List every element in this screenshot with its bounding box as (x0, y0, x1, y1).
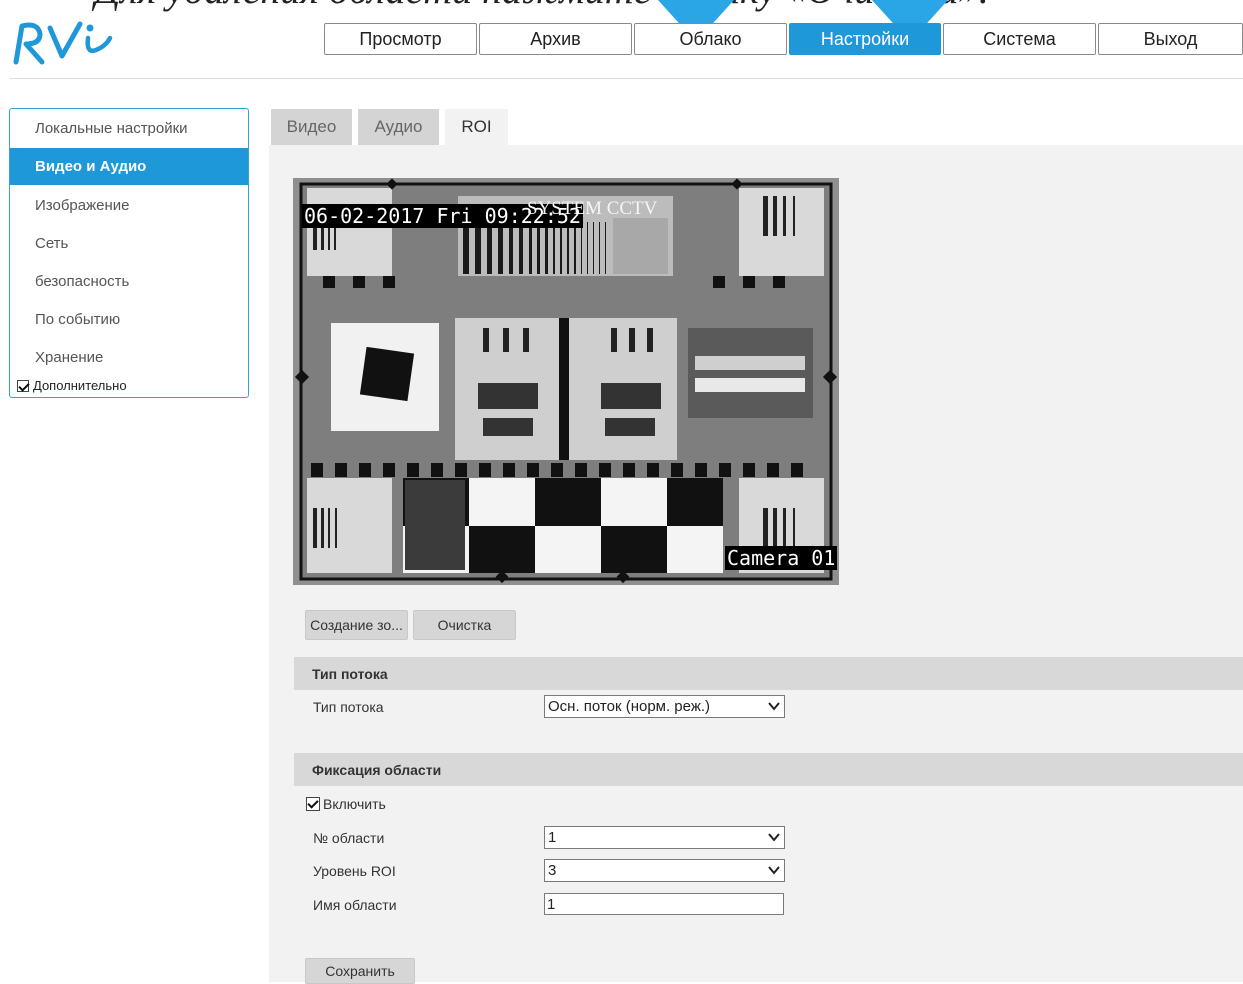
sidebar-item-storage[interactable]: Хранение (10, 338, 248, 376)
enable-checkbox[interactable] (306, 797, 320, 811)
nav-settings-button[interactable]: Настройки (789, 23, 941, 55)
sidebar-item-local-settings[interactable]: Локальные настройки (10, 109, 248, 147)
nav-system-button[interactable]: Система (943, 23, 1096, 55)
test-chart-image (293, 178, 839, 585)
sidebar-item-network[interactable]: Сеть (10, 224, 248, 262)
chevron-down-icon (768, 866, 780, 875)
area-name-input[interactable]: 1 (544, 893, 784, 915)
page-caption: Для удаления области нажмите кнопку «Очи… (95, 0, 989, 13)
tab-video[interactable]: Видео (271, 109, 352, 145)
area-number-value: 1 (548, 829, 557, 846)
roi-section-header: Фиксация области (294, 753, 1243, 786)
chevron-down-icon (768, 833, 780, 842)
area-name-label: Имя области (313, 897, 397, 913)
create-area-button[interactable]: Создание зо... (305, 610, 408, 640)
sidebar-item-video-audio[interactable]: Видео и Аудио (10, 148, 248, 185)
enable-label: Включить (323, 796, 386, 812)
area-number-select[interactable]: 1 (544, 826, 785, 849)
sidebar-item-security[interactable]: безопасность (10, 262, 248, 300)
clear-area-button[interactable]: Очистка (413, 610, 516, 640)
nav-cloud-button[interactable]: Облако (634, 23, 787, 55)
sidebar-item-advanced[interactable]: Дополнительно (17, 378, 127, 393)
stream-type-section-header: Тип потока (294, 657, 1243, 690)
roi-enable-toggle[interactable]: Включить (306, 796, 386, 812)
advanced-checkbox[interactable] (17, 379, 29, 392)
nav-archive-button[interactable]: Архив (479, 23, 632, 55)
stream-type-value: Осн. поток (норм. реж.) (548, 698, 711, 715)
camera-live-view[interactable]: 06-02-2017 Fri 09:22:52 SYSTEM CCTV Came… (293, 178, 839, 585)
tab-audio[interactable]: Аудио (358, 109, 439, 145)
header-divider (10, 78, 1243, 79)
roi-level-select[interactable]: 3 (544, 859, 785, 882)
sidebar-item-image[interactable]: Изображение (10, 186, 248, 224)
area-number-label: № области (313, 830, 385, 846)
camera-name-overlay: Camera 01 (725, 546, 838, 570)
sidebar-item-events[interactable]: По событию (10, 300, 248, 338)
stream-type-select[interactable]: Осн. поток (норм. реж.) (544, 695, 785, 718)
chevron-down-icon (768, 702, 780, 711)
tab-roi[interactable]: ROI (445, 109, 508, 145)
save-button[interactable]: Сохранить (305, 958, 415, 984)
nav-view-button[interactable]: Просмотр (324, 23, 477, 55)
chart-brand-text: SYSTEM CCTV (527, 198, 658, 219)
roi-level-label: Уровень ROI (313, 863, 396, 879)
rvi-logo (10, 14, 120, 70)
settings-sidebar: Локальные настройки Видео и Аудио Изобра… (9, 108, 249, 398)
sidebar-item-label: Дополнительно (33, 378, 127, 393)
nav-logout-button[interactable]: Выход (1098, 23, 1243, 55)
roi-level-value: 3 (548, 862, 557, 879)
stream-type-label: Тип потока (313, 699, 384, 715)
